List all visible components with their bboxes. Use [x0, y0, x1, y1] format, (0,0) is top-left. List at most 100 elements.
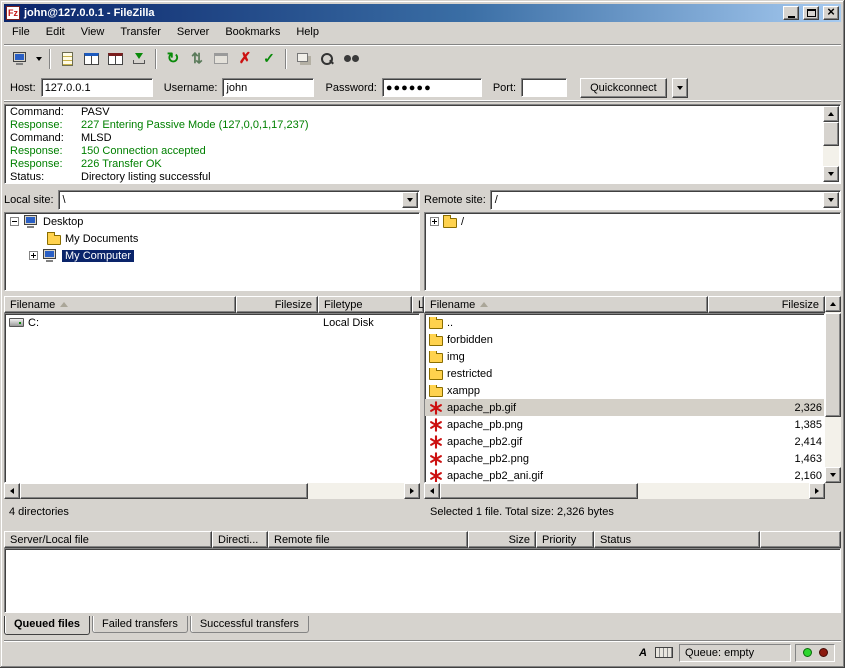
remote-site-row: Remote site: /	[424, 190, 841, 210]
host-input[interactable]	[41, 78, 153, 97]
menu-server[interactable]: Server	[169, 22, 217, 42]
column-header-size[interactable]: Size	[468, 531, 536, 548]
sort-ascending-icon	[60, 302, 68, 307]
file-row[interactable]: apache_pb2.png 1,463	[425, 450, 824, 467]
minimize-button[interactable]	[783, 6, 799, 20]
toggle-local-tree-button[interactable]	[79, 47, 103, 71]
scroll-down-button[interactable]	[823, 166, 839, 182]
scrollbar-thumb[interactable]	[825, 313, 841, 417]
file-row[interactable]: C: Local Disk	[5, 314, 419, 331]
scrollbar-thumb[interactable]	[440, 483, 638, 499]
column-header-filesize[interactable]: Filesize	[236, 296, 318, 313]
column-header-remote-file[interactable]: Remote file	[268, 531, 468, 548]
titlebar[interactable]: john@127.0.0.1 - FileZilla	[4, 4, 841, 22]
tab-queued-files[interactable]: Queued files	[4, 616, 90, 635]
tree-item-desktop[interactable]: Desktop	[5, 213, 419, 230]
menu-help[interactable]: Help	[288, 22, 327, 42]
filesize-label: 2,326	[709, 402, 825, 414]
file-row[interactable]: forbidden	[425, 331, 824, 348]
menu-bookmarks[interactable]: Bookmarks	[217, 22, 288, 42]
queue-list[interactable]	[4, 548, 841, 613]
scroll-right-button[interactable]	[404, 483, 420, 499]
site-manager-button[interactable]	[8, 47, 32, 71]
file-row-selected[interactable]: apache_pb.gif 2,326	[425, 399, 824, 416]
remote-site-combobox[interactable]: /	[490, 190, 841, 210]
tab-failed-transfers[interactable]: Failed transfers	[92, 616, 188, 633]
expand-plus-icon[interactable]	[430, 217, 439, 226]
scroll-left-icon	[10, 488, 14, 494]
maximize-button[interactable]	[803, 6, 819, 20]
port-input[interactable]	[521, 78, 567, 97]
filter-button[interactable]	[339, 47, 363, 71]
menu-edit[interactable]: Edit	[38, 22, 73, 42]
toolbar-separator	[155, 49, 157, 69]
filename-label: ..	[447, 317, 453, 329]
abort-button[interactable]	[233, 47, 257, 71]
username-input[interactable]	[222, 78, 314, 97]
expand-plus-icon[interactable]	[29, 251, 38, 260]
file-row[interactable]: img	[425, 348, 824, 365]
log-scrollbar[interactable]	[823, 106, 839, 182]
remote-list-vscrollbar[interactable]	[825, 296, 841, 483]
local-site-combobox[interactable]: \	[58, 190, 420, 210]
column-header-filename[interactable]: Filename	[424, 296, 708, 313]
tree-item-my-documents[interactable]: My Documents	[5, 230, 419, 247]
menu-file[interactable]: File	[4, 22, 38, 42]
compare-button[interactable]	[291, 47, 315, 71]
site-manager-dropdown-button[interactable]	[32, 47, 45, 71]
file-row[interactable]: restricted	[425, 365, 824, 382]
chevron-down-icon	[828, 198, 834, 202]
close-button[interactable]	[823, 6, 839, 20]
remote-site-dropdown-button[interactable]	[823, 192, 839, 208]
tree-item-my-computer[interactable]: My Computer	[5, 247, 419, 264]
tree-item-root[interactable]: /	[425, 213, 840, 230]
scroll-down-button[interactable]	[825, 467, 841, 483]
file-row[interactable]: apache_pb2.gif 2,414	[425, 433, 824, 450]
menu-view[interactable]: View	[73, 22, 113, 42]
column-header-status[interactable]: Status	[594, 531, 760, 548]
process-queue-button[interactable]	[185, 47, 209, 71]
toggle-queue-button[interactable]	[127, 47, 151, 71]
binary-indicator-icon[interactable]	[653, 645, 675, 661]
file-row[interactable]: apache_pb.png 1,385	[425, 416, 824, 433]
password-input[interactable]	[382, 78, 482, 97]
column-header-direction[interactable]: Directi...	[212, 531, 268, 548]
column-header-filetype[interactable]: Filetype	[318, 296, 412, 313]
column-header-server-local-file[interactable]: Server/Local file	[4, 531, 212, 548]
toggle-log-button[interactable]	[55, 47, 79, 71]
tab-successful-transfers[interactable]: Successful transfers	[190, 616, 309, 633]
local-list-header: Filename Filesize Filetype L	[4, 296, 420, 313]
column-header-lastmodified[interactable]: L	[412, 296, 424, 313]
quickconnect-dropdown-button[interactable]	[672, 78, 688, 98]
scroll-left-button[interactable]	[4, 483, 20, 499]
tree-item-label: /	[461, 216, 464, 228]
file-row[interactable]: apache_pb2_ani.gif 2,160	[425, 467, 824, 483]
column-header-priority[interactable]: Priority	[536, 531, 594, 548]
collapse-minus-icon[interactable]	[10, 217, 19, 226]
connection-led-panel	[795, 644, 835, 662]
quickconnect-button[interactable]: Quickconnect	[580, 78, 667, 98]
transfer-type-ascii-icon[interactable]	[637, 645, 649, 661]
scrollbar-thumb[interactable]	[823, 122, 839, 146]
scroll-up-button[interactable]	[823, 106, 839, 122]
preview-button[interactable]	[209, 47, 233, 71]
image-file-icon	[429, 401, 443, 415]
find-button[interactable]	[315, 47, 339, 71]
local-list-hscrollbar[interactable]	[4, 483, 420, 499]
scrollbar-thumb[interactable]	[20, 483, 308, 499]
password-label: Password:	[325, 82, 376, 94]
scroll-right-button[interactable]	[809, 483, 825, 499]
remote-list-hscrollbar[interactable]	[424, 483, 825, 499]
scroll-up-button[interactable]	[825, 296, 841, 312]
verify-button[interactable]	[257, 47, 281, 71]
scroll-left-button[interactable]	[424, 483, 440, 499]
file-row[interactable]: xampp	[425, 382, 824, 399]
column-header-filename[interactable]: Filename	[4, 296, 236, 313]
file-row[interactable]: ..	[425, 314, 824, 331]
menu-transfer[interactable]: Transfer	[112, 22, 169, 42]
refresh-button[interactable]	[161, 47, 185, 71]
column-header-filesize[interactable]: Filesize	[708, 296, 825, 313]
local-site-dropdown-button[interactable]	[402, 192, 418, 208]
red-led-icon	[819, 648, 828, 657]
toggle-remote-tree-button[interactable]	[103, 47, 127, 71]
